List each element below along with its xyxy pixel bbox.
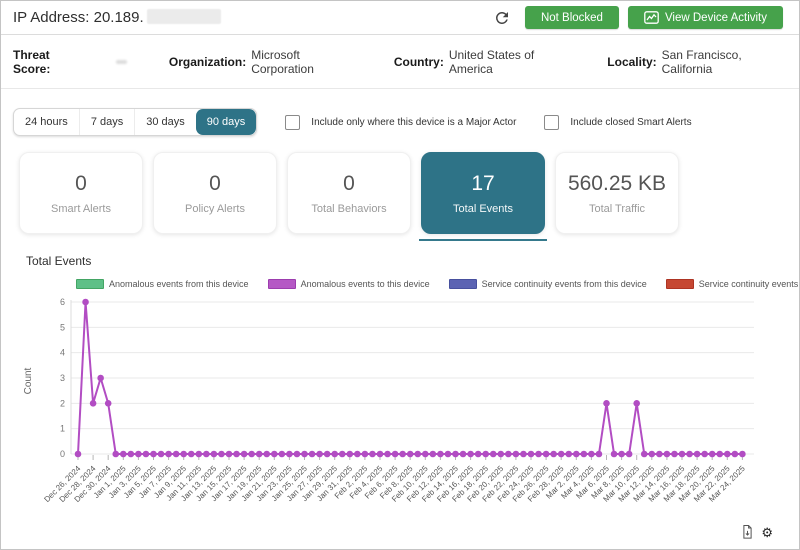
legend-item-service-continuity-events-from-this-device[interactable]: Service continuity events from this devi… (449, 279, 647, 289)
stat-label: Total Events (453, 203, 513, 215)
stat-label: Smart Alerts (51, 203, 111, 215)
legend-item-anomalous-events-to-this-device[interactable]: Anomalous events to this device (268, 279, 430, 289)
locality-label: Locality: (607, 55, 656, 69)
stat-label: Total Behaviors (311, 203, 386, 215)
header-actions: Not Blocked View Device Activity (491, 6, 783, 29)
stat-value: 17 (471, 172, 494, 196)
legend-swatch-icon (76, 279, 104, 289)
country-value: United States of America (449, 48, 572, 76)
range-tab-24-hours[interactable]: 24 hours (14, 109, 80, 135)
stat-card-total-behaviors[interactable]: 0 Total Behaviors (287, 152, 411, 234)
view-device-activity-label: View Device Activity (665, 12, 767, 24)
stat-value: 0 (343, 172, 355, 196)
refresh-button[interactable] (491, 7, 513, 29)
stat-cards-row: 0 Smart Alerts 0 Policy Alerts 0 Total Behavi… (19, 152, 679, 234)
stat-card-policy-alerts[interactable]: 0 Policy Alerts (153, 152, 277, 234)
export-button[interactable] (741, 524, 754, 540)
legend-label: Service continuity events to this device (699, 279, 800, 289)
svg-text:4: 4 (60, 348, 65, 358)
organization-label: Organization: (169, 55, 246, 69)
legend-swatch-icon (268, 279, 296, 289)
page-title: IP Address: 20.189. (13, 9, 221, 26)
svg-text:2: 2 (60, 398, 65, 408)
legend-label: Anomalous events to this device (301, 279, 430, 289)
gear-icon: ⚙ (761, 526, 773, 539)
organization-value: Microsoft Corporation (251, 48, 357, 76)
threat-score-redacted (116, 60, 127, 64)
stat-card-total-traffic[interactable]: 560.25 KB Total Traffic (555, 152, 679, 234)
svg-text:6: 6 (60, 297, 65, 307)
stat-card-smart-alerts[interactable]: 0 Smart Alerts (19, 152, 143, 234)
selected-card-underline (419, 239, 547, 241)
major-actor-checkbox-box[interactable] (285, 115, 300, 130)
svg-text:5: 5 (60, 322, 65, 332)
chart-legend: Anomalous events from this device Anomalo… (76, 279, 800, 289)
country-group: Country: United States of America (394, 48, 572, 76)
threat-score-label: Threat Score: (13, 48, 86, 76)
closed-alerts-checkbox-box[interactable] (544, 115, 559, 130)
svg-text:0: 0 (60, 449, 65, 459)
chart-toolbar: ⚙ (741, 524, 773, 540)
file-export-icon (741, 524, 754, 540)
major-actor-checkbox[interactable]: Include only where this device is a Majo… (285, 115, 516, 130)
range-tab-30-days[interactable]: 30 days (135, 109, 196, 135)
stat-label: Total Traffic (589, 203, 645, 215)
time-range-tabs: 24 hours7 days30 days90 days (13, 108, 257, 136)
legend-swatch-icon (666, 279, 694, 289)
svg-text:Count: Count (23, 367, 34, 394)
range-tab-7-days[interactable]: 7 days (80, 109, 135, 135)
locality-value: San Francisco, California (662, 48, 787, 76)
ip-redacted-block (147, 9, 221, 24)
range-tab-90-days[interactable]: 90 days (196, 109, 257, 135)
legend-label: Service continuity events from this devi… (482, 279, 647, 289)
stat-label: Policy Alerts (185, 203, 245, 215)
stat-value: 0 (75, 172, 87, 196)
device-details-page: IP Address: 20.189. Not Blocked View Dev… (0, 0, 800, 550)
stat-value: 560.25 KB (568, 172, 666, 196)
legend-label: Anomalous events from this device (109, 279, 249, 289)
stat-value: 0 (209, 172, 221, 196)
threat-score-group: Threat Score: (13, 48, 127, 76)
total-events-chart: 0123456CountDec 26, 2024Dec 28, 2024Dec … (1, 293, 800, 550)
organization-group: Organization: Microsoft Corporation (169, 48, 357, 76)
closed-alerts-checkbox-label: Include closed Smart Alerts (570, 117, 691, 128)
not-blocked-label: Not Blocked (541, 12, 603, 24)
country-label: Country: (394, 55, 444, 69)
locality-group: Locality: San Francisco, California (607, 48, 787, 76)
not-blocked-button[interactable]: Not Blocked (525, 6, 619, 29)
major-actor-checkbox-label: Include only where this device is a Majo… (311, 117, 516, 128)
ip-address-text: IP Address: 20.189. (13, 9, 144, 26)
legend-item-service-continuity-events-to-this-device[interactable]: Service continuity events to this device (666, 279, 800, 289)
refresh-icon (493, 9, 511, 27)
activity-chart-icon (644, 11, 659, 24)
svg-text:3: 3 (60, 373, 65, 383)
filter-controls-row: 24 hours7 days30 days90 days Include onl… (13, 107, 787, 137)
legend-item-anomalous-events-from-this-device[interactable]: Anomalous events from this device (76, 279, 249, 289)
closed-alerts-checkbox[interactable]: Include closed Smart Alerts (544, 115, 691, 130)
device-info-row: Threat Score: Organization: Microsoft Co… (1, 36, 799, 89)
svg-text:1: 1 (60, 424, 65, 434)
legend-swatch-icon (449, 279, 477, 289)
stat-card-total-events[interactable]: 17 Total Events (421, 152, 545, 234)
header: IP Address: 20.189. Not Blocked View Dev… (1, 1, 799, 35)
chart-title: Total Events (26, 254, 91, 268)
view-device-activity-button[interactable]: View Device Activity (628, 6, 783, 29)
settings-button[interactable]: ⚙ (761, 526, 773, 539)
